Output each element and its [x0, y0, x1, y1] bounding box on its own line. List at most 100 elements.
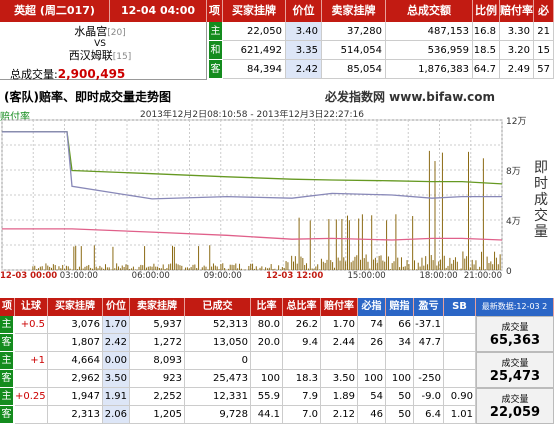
col-header-item: 项 [207, 0, 223, 22]
col-pf-index-cell [386, 352, 414, 370]
col-deal-cell: 52,313 [185, 316, 251, 334]
col-sell-cell: 1,272 [130, 334, 185, 352]
col-total-rate-cell [283, 352, 321, 370]
y-tick-label: 12万 [506, 117, 526, 127]
col-buy-cell: 2,962 [48, 370, 103, 388]
ratio-cell: 16.8 [473, 22, 500, 41]
col-pl-cell: 6.4 [414, 406, 444, 424]
col-header-payout: 赔付率 [500, 0, 534, 22]
volume-box-value: 25,473 [489, 369, 541, 384]
chart-title: (客队)赔率、即时成交量走势图 [4, 90, 171, 104]
col-total-rate-cell: 18.3 [283, 370, 321, 388]
sell-cell: 37,280 [322, 22, 386, 41]
ratio-cell: 18.5 [473, 41, 500, 60]
col-total-rate-cell: 7.0 [283, 406, 321, 424]
y-tick-label: 0 [506, 267, 512, 277]
col-payout-cell: 3.50 [321, 370, 358, 388]
col-pl-header: 盈亏 [414, 298, 444, 316]
volume-box: 成交量 22,059 [476, 388, 554, 424]
odds-summary-table: 英超 (周二017) 12-04 04:00 项 买家挂牌 价位 卖家挂牌 总成… [0, 0, 554, 81]
col-pf-index-cell: 50 [386, 406, 414, 424]
volume-box-value: 22,059 [489, 405, 541, 420]
volume-box-label: 成交量 [501, 323, 529, 333]
extra-cell: 57 [534, 60, 554, 79]
col-item-cell: 客 [0, 406, 13, 424]
col-price-header: 价位 [103, 298, 130, 316]
col-rate-cell: 44.1 [251, 406, 283, 424]
col-deal-cell: 25,473 [185, 370, 251, 388]
col-price-cell: 2.06 [103, 406, 130, 424]
col-sell-cell: 8,093 [130, 352, 185, 370]
payout-cell: 2.49 [500, 60, 534, 79]
col-payout-cell: 1.89 [321, 388, 358, 406]
col-handicap-cell [15, 406, 48, 424]
col-sb-cell [444, 316, 476, 334]
match-time: 12-04 04:00 [110, 0, 207, 22]
buy-cell: 621,492 [223, 41, 286, 60]
col-bf-index-cell: 100 [358, 370, 386, 388]
total-volume: 总成交量:2,900,495 [10, 67, 126, 81]
x-tick-label: 18:00:00 [419, 271, 457, 278]
col-total-rate-header: 总比率 [283, 298, 321, 316]
volume-box: 成交量 25,473 [476, 352, 554, 388]
extra-cell: 15 [534, 41, 554, 60]
col-sell-cell: 923 [130, 370, 185, 388]
volume-box-label: 成交量 [501, 359, 529, 369]
x-tick-label: 06:00:00 [132, 271, 170, 278]
x-tick-label: 21:00:00 [464, 271, 502, 278]
col-handicap-cell [15, 334, 48, 352]
total-cell: 1,876,383 [386, 60, 473, 79]
col-header-price: 价位 [286, 0, 322, 22]
sell-cell: 85,054 [322, 60, 386, 79]
col-header-buy: 买家挂牌 [223, 0, 286, 22]
col-handicap-cell: +1 [15, 352, 48, 370]
volume-box-value: 65,363 [489, 333, 541, 348]
col-buy-cell: 2,313 [48, 406, 103, 424]
ratio-cell: 64.7 [473, 60, 500, 79]
col-rate-cell: 55.9 [251, 388, 283, 406]
col-handicap-cell: +0.25 [15, 388, 48, 406]
col-bf-index-cell: 54 [358, 388, 386, 406]
col-payout-cell: 1.70 [321, 316, 358, 334]
row-tag: 客 [209, 60, 222, 79]
extra-cell: 21 [534, 22, 554, 41]
col-buy-cell: 1,947 [48, 388, 103, 406]
col-payout-cell: 2.44 [321, 334, 358, 352]
latest-data-label: 最新数据:12-03 2 [476, 298, 554, 316]
volume-box-label: 成交量 [501, 395, 529, 405]
y-tick-label: 4万 [506, 217, 521, 227]
col-price-cell: 1.91 [103, 388, 130, 406]
buy-cell: 22,050 [223, 22, 286, 41]
y-axis-title: 即时成交量 [534, 160, 548, 240]
col-pl-cell: -250 [414, 370, 444, 388]
col-header-bf: 必 [534, 0, 554, 22]
match-info: 水晶宫[20] VS 西汉姆联[15] 总成交量:2,900,495 [0, 22, 207, 81]
league-label: 英超 (周二017) [0, 0, 110, 22]
col-sb-cell [444, 370, 476, 388]
col-deal-cell: 0 [185, 352, 251, 370]
col-sell-cell: 5,937 [130, 316, 185, 334]
row-tag: 和 [209, 41, 222, 60]
col-handicap-header: 让球 [15, 298, 48, 316]
chart-range: 2013年12月2日08:10:58 - 2013年12月3日22:27:16 [140, 110, 364, 120]
col-deal-cell: 9,728 [185, 406, 251, 424]
col-deal-header: 已成交 [185, 298, 251, 316]
x-tick-label: 09:00:00 [204, 271, 242, 278]
price-cell: 2.42 [286, 60, 322, 79]
col-rate-cell: 80.0 [251, 316, 283, 334]
col-price-cell: 1.70 [103, 316, 130, 334]
x-tick-label: 12-03 12:00 [266, 271, 323, 278]
col-pl-cell [414, 352, 444, 370]
col-price-cell: 2.42 [103, 334, 130, 352]
away-team[interactable]: 西汉姆联[15] [0, 49, 200, 64]
col-bf-index-cell [358, 352, 386, 370]
col-item-cell: 客 [0, 370, 13, 388]
col-total-rate-cell: 7.9 [283, 388, 321, 406]
col-deal-cell: 13,050 [185, 334, 251, 352]
trend-chart: 2013年12月2日08:10:58 - 2013年12月3日22:27:16 1… [0, 110, 526, 278]
col-item-cell: 主 [0, 352, 13, 370]
col-bf-index-header: 必指 [358, 298, 386, 316]
col-header-ratio: 比例 [473, 0, 500, 22]
col-handicap-cell: +0.5 [15, 316, 48, 334]
site-brand[interactable]: 必发指数网 www.bifaw.com [325, 88, 495, 105]
